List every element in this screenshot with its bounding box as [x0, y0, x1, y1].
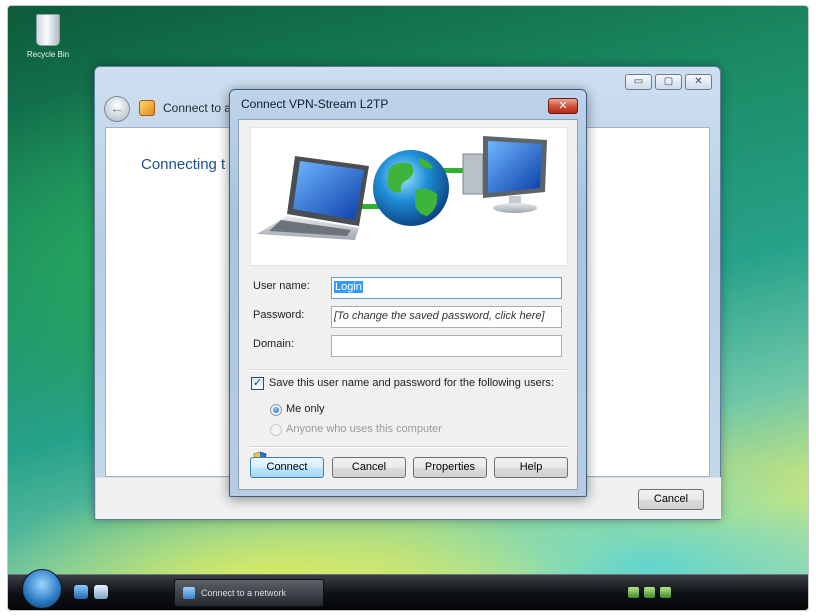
wizard-title: Connect to a [163, 101, 232, 115]
radio-anyone-label: Anyone who uses this computer [286, 423, 442, 435]
recycle-bin-icon [36, 14, 60, 46]
tray-network-icon[interactable] [628, 587, 639, 598]
domain-label: Domain: [253, 338, 294, 350]
quick-launch-desktop-icon[interactable] [94, 585, 108, 599]
system-tray [620, 581, 800, 605]
tray-volume-icon[interactable] [644, 587, 655, 598]
save-credentials-checkbox[interactable]: ✓ [251, 377, 264, 390]
start-button[interactable] [22, 569, 62, 609]
domain-field[interactable] [331, 335, 562, 357]
window-controls: ▭ ▢ ✕ [625, 74, 712, 90]
password-field[interactable]: [To change the saved password, click her… [331, 306, 562, 328]
help-button[interactable]: Help [494, 457, 568, 478]
minimize-button[interactable]: ▭ [625, 74, 652, 90]
wizard-cancel-button[interactable]: Cancel [638, 489, 704, 510]
network-icon [183, 587, 195, 599]
recycle-bin-label: Recycle Bin [26, 50, 70, 59]
username-label: User name: [253, 280, 310, 292]
globe-icon [373, 150, 449, 226]
network-connection-icon [139, 100, 155, 116]
username-value: Login [334, 281, 363, 293]
dialog-body: User name: Login Password: [To change th… [238, 119, 578, 490]
password-label: Password: [253, 309, 305, 321]
radio-anyone[interactable] [270, 424, 282, 436]
recycle-bin[interactable]: Recycle Bin [24, 14, 72, 59]
taskbar-item-label: Connect to a network [201, 588, 287, 598]
username-field[interactable]: Login [331, 277, 562, 299]
desktop-monitor-icon [462, 136, 547, 213]
vpn-banner-illustration [250, 127, 568, 266]
properties-button[interactable]: Properties [413, 457, 487, 478]
radio-me-only[interactable] [270, 404, 282, 416]
laptop-globe-monitor-illustration [257, 136, 547, 240]
dialog-close-button[interactable]: ✕ [548, 98, 578, 114]
save-credentials-label: Save this user name and password for the… [269, 377, 554, 389]
radio-me-only-label: Me only [286, 403, 325, 415]
laptop-icon [257, 156, 369, 240]
connect-button[interactable]: Connect [250, 457, 324, 478]
quick-launch-ie-icon[interactable] [74, 585, 88, 599]
taskbar-item-connect-network[interactable]: Connect to a network [174, 579, 324, 607]
cancel-button[interactable]: Cancel [332, 457, 406, 478]
vpn-connect-dialog: Connect VPN-Stream L2TP ✕ User name: Log… [229, 89, 587, 497]
divider [250, 369, 568, 371]
taskbar: Connect to a network [8, 569, 808, 610]
connecting-heading: Connecting t [141, 156, 226, 173]
password-hint-text: [To change the saved password, click her… [334, 310, 545, 322]
close-button[interactable]: ✕ [685, 74, 712, 90]
divider [250, 446, 568, 448]
tray-security-icon[interactable] [660, 587, 671, 598]
maximize-button[interactable]: ▢ [655, 74, 682, 90]
dialog-title: Connect VPN-Stream L2TP [241, 97, 389, 111]
back-arrow-icon[interactable]: ← [104, 96, 130, 122]
